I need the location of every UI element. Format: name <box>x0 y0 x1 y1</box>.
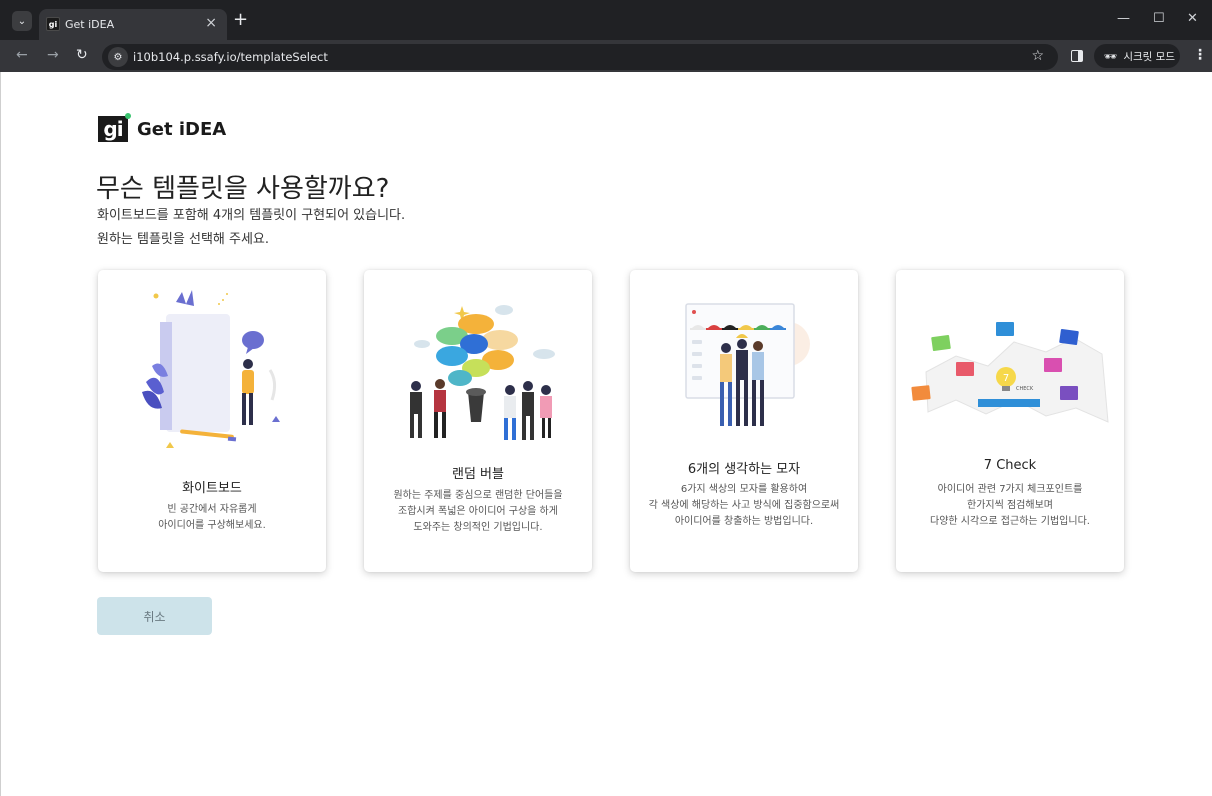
star-icon[interactable]: ☆ <box>1031 48 1044 64</box>
template-description: 아이디어 관련 7가지 체크포인트를 한가지씩 점검해보며 다양한 시각으로 접… <box>930 484 1090 527</box>
back-icon[interactable]: ← <box>16 47 28 63</box>
address-bar[interactable]: ⚙ i10b104.p.ssafy.io/templateSelect ☆ <box>102 44 1058 70</box>
kebab-menu-icon[interactable]: ⋮ <box>1193 47 1207 63</box>
tab-search-icon[interactable]: ⌄ <box>12 11 32 31</box>
check-word-label: CHECK <box>1016 386 1034 392</box>
page-subtitle-line-2: 원하는 템플릿을 선택해 주세요. <box>97 232 270 247</box>
window-close-icon[interactable]: ✕ <box>1187 11 1198 26</box>
template-title: 6개의 생각하는 모자 <box>687 462 801 477</box>
logo-text: Get iDEA <box>137 118 227 140</box>
template-card-six-thinking-hats[interactable]: 6개의 생각하는 모자 6가지 색상의 모자를 활용하여 각 색상에 해당하는 … <box>630 270 858 572</box>
browser-toolbar: ← → ↻ ⚙ i10b104.p.ssafy.io/templateSelec… <box>0 40 1212 72</box>
maximize-icon[interactable]: ☐ <box>1153 11 1165 26</box>
tab-favicon: gi <box>46 17 60 31</box>
incognito-button[interactable]: 🕶 시크릿 모드 <box>1094 44 1180 68</box>
page-content: gi Get iDEA 무슨 템플릿을 사용할까요? 화이트보드를 포함해 4개… <box>0 72 1212 796</box>
template-title: 랜덤 버블 <box>452 467 504 482</box>
template-title: 화이트보드 <box>182 481 242 496</box>
incognito-label: 시크릿 모드 <box>1123 50 1175 63</box>
browser-titlebar: ⌄ gi Get iDEA × + — ☐ ✕ <box>0 0 1212 40</box>
template-card-7-check[interactable]: 7 CHECK 7 Check 아이디어 관련 7가지 체크포인트를 한가지씩 … <box>896 270 1124 572</box>
side-panel-icon[interactable] <box>1071 50 1083 62</box>
template-description: 원하는 주제를 중심으로 랜덤한 단어들을 조합시켜 폭넓은 아이디어 구상을 … <box>393 490 563 533</box>
tab-title: Get iDEA <box>65 18 115 31</box>
url-text[interactable]: i10b104.p.ssafy.io/templateSelect <box>133 50 328 64</box>
page-subtitle-line-1: 화이트보드를 포함해 4개의 템플릿이 구현되어 있습니다. <box>97 208 406 223</box>
template-description: 6가지 색상의 모자를 활용하여 각 색상에 해당하는 사고 방식에 집중함으로… <box>648 484 840 527</box>
cancel-button[interactable]: 취소 <box>97 597 212 635</box>
plus-icon[interactable]: + <box>233 11 248 29</box>
minimize-icon[interactable]: — <box>1117 11 1130 26</box>
random-bubble-illustration <box>410 305 555 440</box>
close-icon[interactable]: × <box>205 15 217 31</box>
browser-tab[interactable]: gi Get iDEA × <box>39 9 227 40</box>
site-info-icon[interactable]: ⚙ <box>108 47 128 67</box>
template-title: 7 Check <box>983 458 1037 473</box>
incognito-icon: 🕶 <box>1104 50 1118 63</box>
whiteboard-illustration <box>142 290 280 448</box>
page-title: 무슨 템플릿을 사용할까요? <box>96 174 390 204</box>
six-hats-illustration <box>685 303 810 426</box>
forward-icon[interactable]: → <box>47 47 59 63</box>
check-number-label: 7 <box>1003 373 1009 384</box>
template-card-random-bubble[interactable]: 랜덤 버블 원하는 주제를 중심으로 랜덤한 단어들을 조합시켜 폭넓은 아이디… <box>364 270 592 572</box>
7-check-illustration: 7 CHECK <box>911 322 1109 423</box>
logo[interactable]: gi Get iDEA <box>98 113 227 142</box>
template-card-whiteboard[interactable]: 화이트보드 빈 공간에서 자유롭게 아이디어를 구상해보세요. <box>98 270 326 572</box>
reload-icon[interactable]: ↻ <box>76 47 88 63</box>
logo-mark: gi <box>98 113 131 142</box>
template-description: 빈 공간에서 자유롭게 아이디어를 구상해보세요. <box>158 504 266 531</box>
